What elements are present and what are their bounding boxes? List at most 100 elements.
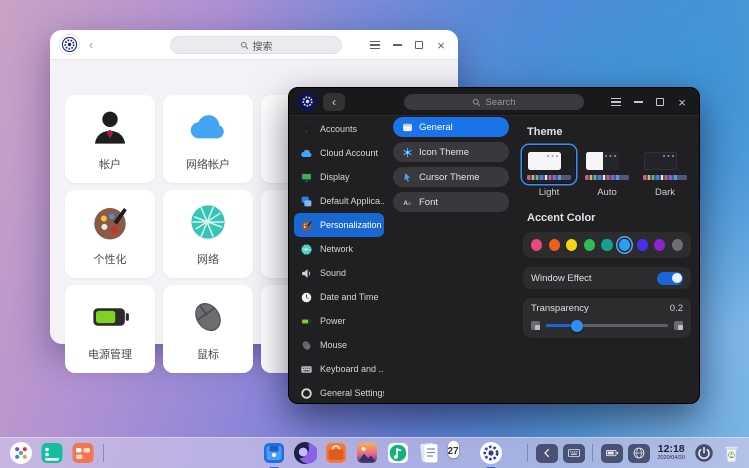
- window-effect-toggle[interactable]: [657, 272, 683, 285]
- trash-icon[interactable]: [721, 443, 742, 464]
- subnav-item-label: Icon Theme: [419, 147, 469, 158]
- subnav-item-label: General: [419, 122, 453, 133]
- accent-color-swatch[interactable]: [619, 239, 630, 251]
- sidebar-item-label: Cloud Account: [320, 148, 378, 158]
- theme-option-auto[interactable]: Auto: [581, 146, 633, 198]
- taskbar-file-manager-icon[interactable]: [262, 441, 286, 465]
- settings-card-palette[interactable]: 个性化: [65, 190, 155, 278]
- sidebar-item-label: Default Applica...: [320, 196, 384, 206]
- sidebar-item-date-and-time[interactable]: Date and Time: [294, 285, 384, 309]
- settings-card-battery[interactable]: 电源管理: [65, 285, 155, 373]
- settings-card-user[interactable]: 帐户: [65, 95, 155, 183]
- settings-card-mouse[interactable]: 鼠标: [163, 285, 253, 373]
- ring-icon: [300, 387, 313, 400]
- taskbar-calendar-icon[interactable]: 27: [448, 441, 472, 465]
- taskbar-show-desktop-icon[interactable]: [71, 441, 95, 465]
- back-button[interactable]: ‹: [80, 35, 102, 55]
- mini-dock: [643, 175, 687, 180]
- close-button[interactable]: ×: [430, 35, 452, 55]
- taskbar-image-viewer-icon[interactable]: [355, 441, 379, 465]
- accent-color-swatch[interactable]: [654, 239, 665, 251]
- subnav-item-icon-theme[interactable]: Icon Theme: [393, 142, 509, 162]
- mini-window: [528, 152, 561, 170]
- clock-icon: [300, 291, 313, 304]
- taskbar-app-store-icon[interactable]: [324, 441, 348, 465]
- taskbar-browser-icon[interactable]: [293, 441, 317, 465]
- theme-option-label: Dark: [639, 187, 691, 198]
- sidebar-item-default-applica[interactable]: Default Applica...: [294, 189, 384, 213]
- back-button[interactable]: ‹: [323, 93, 345, 111]
- taskbar-music-icon[interactable]: [386, 441, 410, 465]
- sidebar-item-sound[interactable]: Sound: [294, 261, 384, 285]
- subnav-item-font[interactable]: Aa Font: [393, 192, 509, 212]
- sidebar-item-display[interactable]: Display: [294, 165, 384, 189]
- accent-color-swatch[interactable]: [672, 239, 683, 251]
- card-label: 帐户: [99, 156, 121, 172]
- maximize-button[interactable]: [408, 35, 430, 55]
- menu-icon[interactable]: [605, 92, 627, 112]
- cursor-icon: [402, 172, 413, 183]
- subnav-item-general[interactable]: General: [393, 117, 509, 137]
- minimize-button[interactable]: [386, 35, 408, 55]
- accent-color-swatch[interactable]: [531, 239, 542, 251]
- accent-color-swatch[interactable]: [566, 239, 577, 251]
- subnav-item-cursor-theme[interactable]: Cursor Theme: [393, 167, 509, 187]
- mini-window: [586, 152, 619, 170]
- back-window-titlebar: ‹ 搜索 ×: [50, 30, 458, 60]
- search-input[interactable]: 搜索: [170, 36, 342, 54]
- search-placeholder: Search: [485, 97, 515, 108]
- theme-thumbnail: [523, 146, 575, 183]
- accent-color-swatch[interactable]: [584, 239, 595, 251]
- svg-text:a: a: [408, 200, 411, 206]
- sidebar-item-cloud-account[interactable]: Cloud Account: [294, 141, 384, 165]
- settings-card-globe[interactable]: 网络: [163, 190, 253, 278]
- sidebar-item-keyboard-and[interactable]: Keyboard and ...: [294, 357, 384, 381]
- mini-dock: [527, 175, 571, 180]
- sidebar-item-personalization[interactable]: Personalization: [294, 213, 384, 237]
- control-center-logo-icon: [297, 92, 317, 112]
- sidebar-item-label: General Settings: [320, 388, 384, 398]
- sidebar-item-label: Network: [320, 244, 353, 254]
- toggle-knob: [672, 273, 682, 283]
- user-icon: [89, 106, 131, 148]
- taskbar-text-editor-icon[interactable]: [417, 441, 441, 465]
- transparency-slider[interactable]: [546, 324, 668, 328]
- transparency-label: Transparency: [531, 303, 589, 314]
- theme-option-light[interactable]: Light: [523, 146, 575, 198]
- sidebar-item-general-settings[interactable]: General Settings: [294, 381, 384, 405]
- slider-handle[interactable]: [571, 320, 583, 332]
- desktop: ‹ 搜索 × 帐户 网络帐户 个性化: [0, 0, 749, 468]
- minimize-button[interactable]: [627, 92, 649, 112]
- accent-color-swatch[interactable]: [601, 239, 612, 251]
- shutdown-button[interactable]: [694, 443, 714, 463]
- taskbar-launcher-icon[interactable]: [9, 441, 33, 465]
- tray-network-icon[interactable]: [628, 444, 650, 463]
- menu-icon[interactable]: [364, 35, 386, 55]
- globe-icon: [187, 201, 229, 243]
- transparency-max-icon: [674, 321, 683, 330]
- accent-color-swatch[interactable]: [549, 239, 560, 251]
- search-input[interactable]: Search: [404, 94, 584, 110]
- card-label: 电源管理: [88, 346, 132, 362]
- taskbar-multitasking-icon[interactable]: [40, 441, 64, 465]
- settings-card-cloud[interactable]: 网络帐户: [163, 95, 253, 183]
- close-button[interactable]: ×: [671, 92, 693, 112]
- taskbar-control-center-icon[interactable]: [479, 441, 503, 465]
- defaults-icon: [300, 195, 313, 208]
- tray-chevron-left-icon[interactable]: [536, 444, 558, 463]
- tray-battery-icon[interactable]: [601, 444, 623, 463]
- sidebar-item-power[interactable]: Power: [294, 309, 384, 333]
- sidebar-item-mouse[interactable]: Mouse: [294, 333, 384, 357]
- window-effect-label: Window Effect: [531, 273, 592, 284]
- theme-option-dark[interactable]: Dark: [639, 146, 691, 198]
- maximize-button[interactable]: [649, 92, 671, 112]
- mouse-icon: [187, 296, 229, 338]
- theme-option-label: Auto: [581, 187, 633, 198]
- sidebar-item-label: Keyboard and ...: [320, 364, 384, 374]
- clock[interactable]: 12:18 2020/04/20: [657, 444, 685, 462]
- accent-color-swatch[interactable]: [637, 239, 648, 251]
- control-center-logo-icon: [59, 34, 80, 55]
- tray-onscreen-keyboard-icon[interactable]: [563, 444, 585, 463]
- sidebar-item-network[interactable]: Network: [294, 237, 384, 261]
- sidebar-item-accounts[interactable]: Accounts: [294, 117, 384, 141]
